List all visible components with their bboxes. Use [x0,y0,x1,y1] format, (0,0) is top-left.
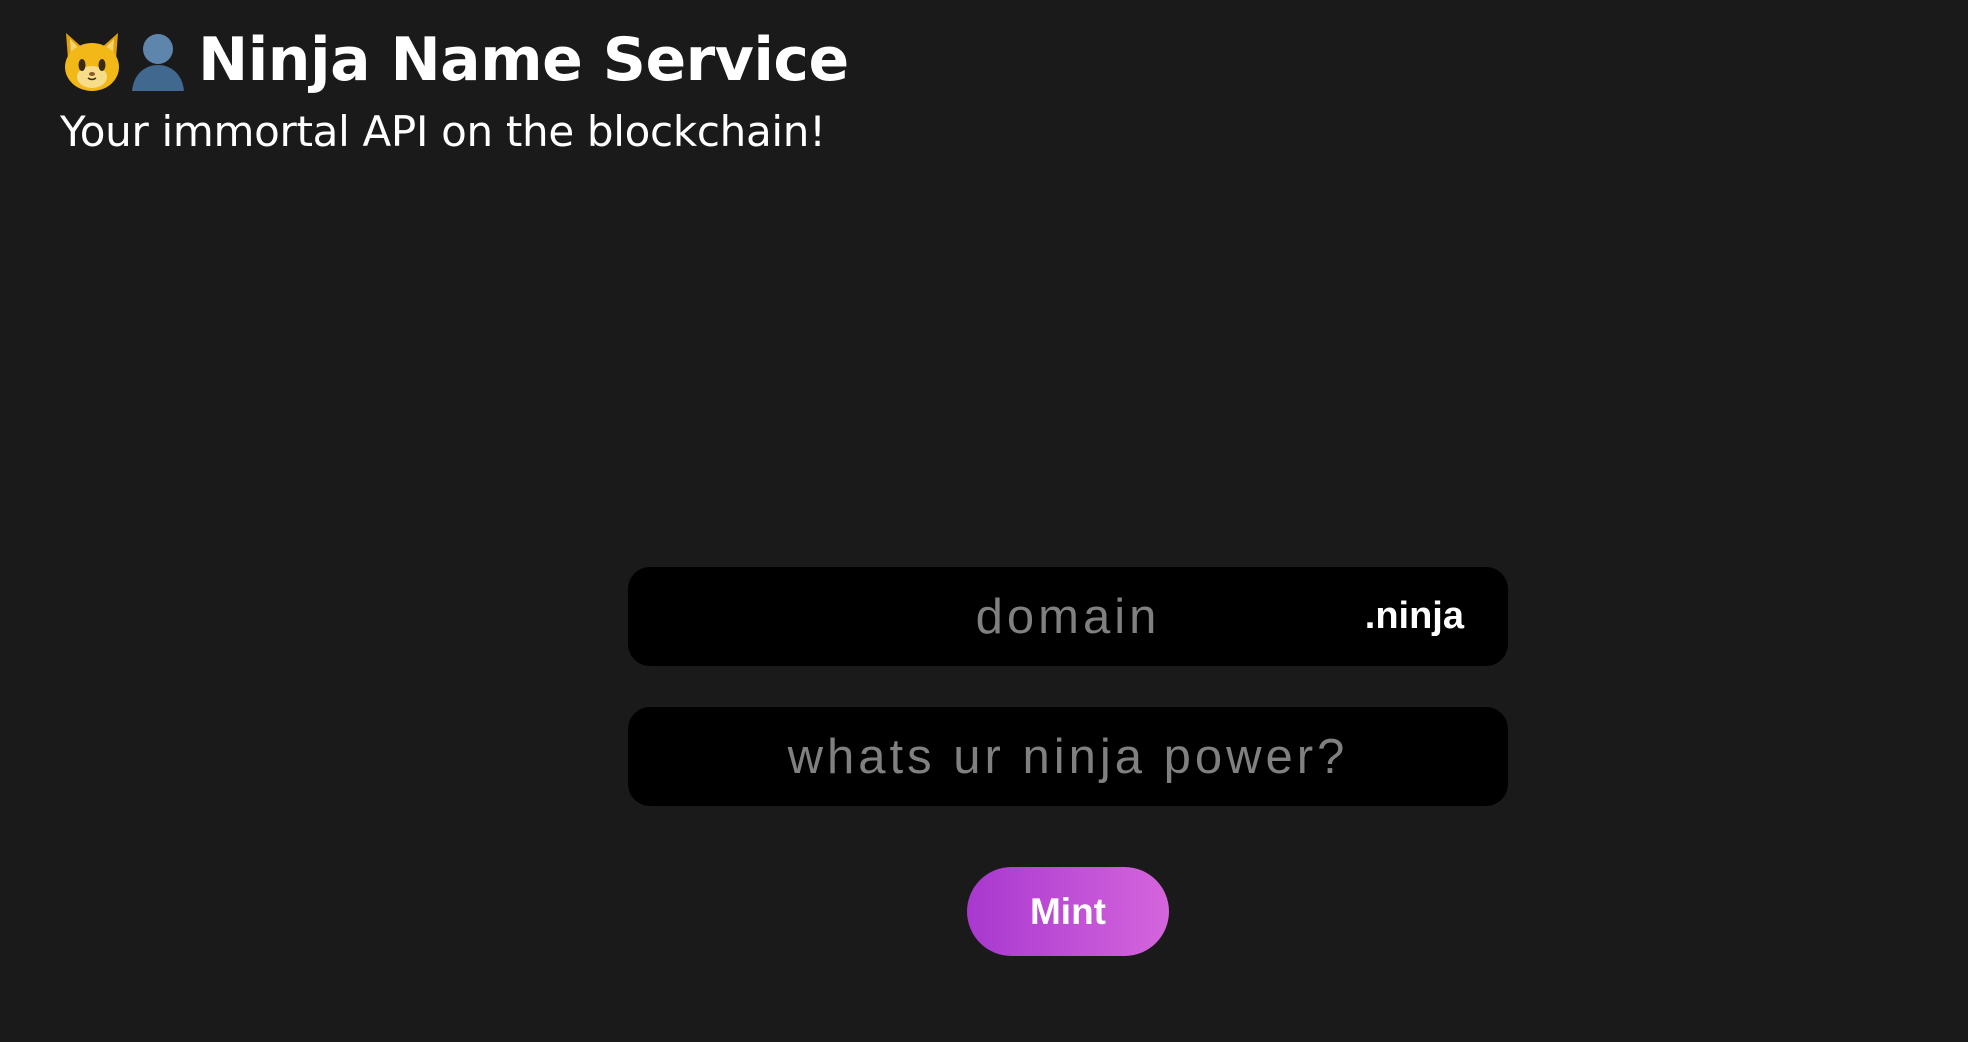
ninja-power-input[interactable] [628,707,1508,806]
bust-in-silhouette-icon [126,25,190,95]
mint-button[interactable]: Mint [967,867,1169,956]
mint-form: .ninja [628,567,1508,806]
power-field [628,707,1508,806]
domain-field: .ninja [628,567,1508,666]
domain-suffix: .ninja [1364,595,1464,637]
page: Ninja Name Service Your immortal API on … [0,0,1968,1042]
header: Ninja Name Service Your immortal API on … [60,22,849,160]
page-subtitle: Your immortal API on the blockchain! [60,107,826,156]
title-row: Ninja Name Service [60,22,849,98]
page-title: Ninja Name Service [198,25,849,95]
cat-face-icon [60,25,124,95]
